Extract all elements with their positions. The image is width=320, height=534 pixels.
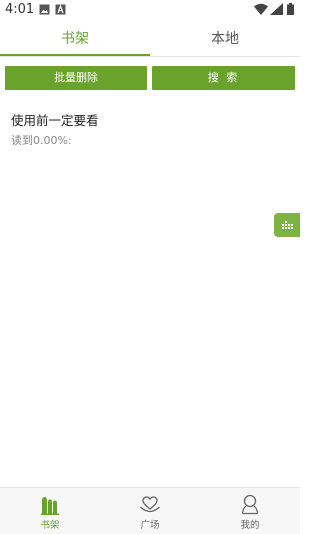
- tab-bookshelf[interactable]: 书架: [0, 22, 150, 56]
- signal-icon: [270, 3, 283, 15]
- nav-label-bookshelf: 书架: [40, 520, 60, 531]
- gallery-icon: [39, 4, 50, 15]
- batch-delete-button[interactable]: 批量删除: [5, 66, 147, 90]
- bottom-nav: 书架 广场 我的: [0, 487, 300, 534]
- nav-item-bookshelf[interactable]: 书架: [0, 488, 100, 534]
- divider: [0, 56, 300, 57]
- list-item[interactable]: 使用前一定要看 读到0.00%:: [11, 108, 291, 152]
- bookshelf-icon: [41, 497, 59, 515]
- heart-square-icon: [140, 496, 160, 513]
- search-button[interactable]: 搜 索: [152, 66, 295, 90]
- status-time: 4:01: [5, 2, 35, 17]
- nav-label-mine: 我的: [240, 520, 260, 531]
- floating-action-button[interactable]: [274, 213, 300, 237]
- battery-icon: [287, 3, 294, 15]
- a-badge-icon: [55, 4, 66, 15]
- nav-item-mine[interactable]: 我的: [200, 488, 300, 534]
- reading-progress: 读到0.00%:: [11, 134, 72, 147]
- equalizer-icon: [282, 221, 293, 229]
- nav-label-square: 广场: [140, 520, 160, 531]
- tab-local[interactable]: 本地: [150, 22, 300, 56]
- profile-icon: [241, 494, 259, 515]
- nav-item-square[interactable]: 广场: [100, 488, 200, 534]
- tab-bar: 书架 本地: [0, 22, 300, 56]
- status-bar: 4:01: [0, 0, 300, 20]
- book-title: 使用前一定要看: [11, 113, 99, 128]
- wifi-icon: [254, 3, 268, 15]
